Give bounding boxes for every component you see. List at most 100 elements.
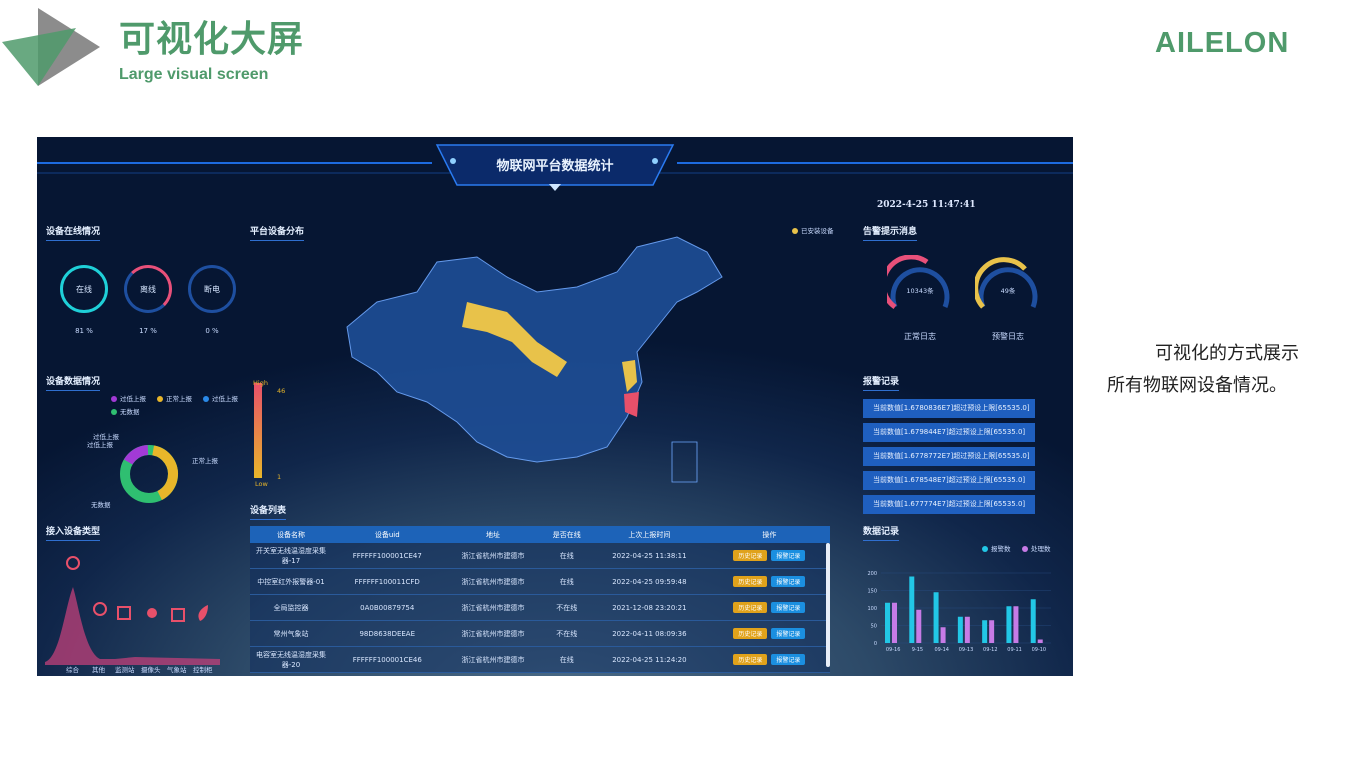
alarm-bar bbox=[1030, 599, 1036, 643]
cell-name: 电容室无线温湿度采集器-20 bbox=[250, 646, 332, 673]
offline-ring: 离线 bbox=[124, 265, 172, 313]
table-row[interactable]: 电容室无线温湿度采集器-20 FFFFFF100001CE46 浙江省杭州市建德… bbox=[250, 646, 830, 673]
cell-time: 2022-04-25 11:38:11 bbox=[590, 543, 709, 569]
cell-name: 全局监控器 bbox=[250, 594, 332, 621]
cell-uid: 98D8638DEEAE bbox=[332, 620, 443, 647]
table-scrollbar[interactable] bbox=[826, 543, 830, 667]
cell-time: 2022-04-11 08:09:36 bbox=[590, 620, 709, 647]
cell-time: 2022-04-25 09:59:48 bbox=[590, 568, 709, 595]
cell-online: 不在线 bbox=[543, 594, 591, 621]
map-color-scale bbox=[254, 383, 262, 478]
alarm-button[interactable]: 报警记录 bbox=[771, 654, 806, 665]
type-label: 监测站 bbox=[115, 666, 135, 674]
type-label: 气象站 bbox=[167, 666, 187, 674]
cell-time: 2022-04-25 11:24:20 bbox=[590, 646, 709, 673]
x-tick-label: 09-10 bbox=[1032, 647, 1047, 653]
type-label: 摄像头 bbox=[141, 666, 161, 674]
online-pct: 81 % bbox=[75, 327, 93, 335]
poweroff-pct: 0 % bbox=[205, 327, 219, 335]
col-addr: 地址 bbox=[442, 526, 544, 543]
dashboard-title: 物联网平台数据统计 bbox=[496, 159, 614, 174]
alarm-bar bbox=[1006, 606, 1012, 643]
x-tick-label: 09-11 bbox=[1007, 647, 1022, 653]
datetime: 2022-4-25 11:47:41 bbox=[877, 200, 976, 210]
table-row[interactable]: 开关室无线温湿度采集器-17 FFFFFF100001CE47 浙江省杭州市建德… bbox=[250, 543, 830, 569]
scale-max-label: 46 bbox=[277, 387, 286, 395]
y-tick-label: 200 bbox=[867, 571, 877, 577]
handled-bar bbox=[916, 609, 922, 643]
online-ring: 在线 bbox=[60, 265, 108, 313]
alarm-bar bbox=[957, 616, 963, 643]
donut-label-low-b: 过低上报 bbox=[87, 441, 113, 449]
y-tick-label: 150 bbox=[867, 589, 877, 595]
col-time: 上次上报时间 bbox=[590, 526, 709, 543]
x-tick-label: 09-13 bbox=[959, 647, 974, 653]
page-title: 可视化大屏 bbox=[119, 19, 305, 60]
col-online: 是否在线 bbox=[543, 526, 591, 543]
device-type-chart bbox=[45, 556, 220, 665]
data-legend-item: 无数据 bbox=[111, 406, 140, 416]
col-uid: 设备uid bbox=[332, 526, 443, 543]
dashboard-screenshot: 物联网平台数据统计 2022-4-25 11:47:41 设备在线情况 在线 离… bbox=[37, 137, 1073, 676]
table-row[interactable]: 中控室红外报警器-01 FFFFFF100011CFD 浙江省杭州市建德市 在线… bbox=[250, 568, 830, 595]
alarm-button[interactable]: 报警记录 bbox=[771, 602, 806, 613]
table-row[interactable]: 全局监控器 0A0B00879754 浙江省杭州市建德市 不在线 2021-12… bbox=[250, 594, 830, 621]
alarm-row[interactable]: 当前数值[1.6778772E7]超过预设上限[65535.0] bbox=[863, 447, 1035, 466]
handled-bar bbox=[964, 616, 970, 643]
online-panel-title: 设备在线情况 bbox=[46, 224, 101, 241]
table-row[interactable]: 常州气象站 98D8638DEEAE 浙江省杭州市建德市 不在线 2022-04… bbox=[250, 620, 830, 647]
scale-high-label: High bbox=[253, 379, 268, 387]
x-tick-label: 9-15 bbox=[912, 647, 923, 653]
history-button[interactable]: 历史记录 bbox=[733, 628, 768, 639]
alarm-bar bbox=[909, 576, 915, 643]
alarm-row[interactable]: 当前数值[1.679844E7]超过预设上限[65535.0] bbox=[863, 423, 1035, 442]
y-tick-label: 100 bbox=[867, 606, 877, 612]
map-legend: 已安装设备 bbox=[792, 225, 834, 235]
alarm-row[interactable]: 当前数值[1.678548E7]超过预设上限[65535.0] bbox=[863, 471, 1035, 490]
scale-low-label: Low bbox=[255, 480, 268, 488]
alarm-panel-title: 报警记录 bbox=[863, 374, 900, 391]
handled-bar bbox=[892, 602, 897, 643]
alert-panel-title: 告警提示消息 bbox=[863, 224, 918, 241]
cell-actions: 历史记录 报警记录 bbox=[708, 646, 830, 673]
data-legend-item: 过低上报 bbox=[111, 393, 146, 403]
offline-pct: 17 % bbox=[139, 327, 157, 335]
warning-log-value: 49条 bbox=[1000, 287, 1016, 295]
cell-addr: 浙江省杭州市建德市 bbox=[442, 646, 544, 673]
type-panel-title: 接入设备类型 bbox=[46, 524, 101, 541]
history-button[interactable]: 历史记录 bbox=[733, 550, 768, 561]
alarm-row[interactable]: 当前数值[1.6780836E7]超过预设上限[65535.0] bbox=[863, 399, 1035, 418]
history-button[interactable]: 历史记录 bbox=[733, 654, 768, 665]
alarm-button[interactable]: 报警记录 bbox=[771, 550, 806, 561]
alarm-button[interactable]: 报警记录 bbox=[771, 628, 806, 639]
cell-addr: 浙江省杭州市建德市 bbox=[442, 568, 544, 595]
cell-addr: 浙江省杭州市建德市 bbox=[442, 620, 544, 647]
poweroff-ring-label: 断电 bbox=[204, 284, 220, 294]
type-label: 控制柜 bbox=[193, 666, 213, 674]
cell-actions: 历史记录 报警记录 bbox=[708, 620, 830, 647]
type-label: 综合 bbox=[66, 666, 79, 674]
history-button[interactable]: 历史记录 bbox=[733, 602, 768, 613]
cell-uid: FFFFFF100001CE46 bbox=[332, 646, 443, 673]
history-button[interactable]: 历史记录 bbox=[733, 576, 768, 587]
cell-online: 在线 bbox=[543, 568, 591, 595]
record-legend-handled: 处理数 bbox=[1022, 543, 1051, 553]
poweroff-ring: 断电 bbox=[188, 265, 236, 313]
cell-uid: FFFFFF100001CE47 bbox=[332, 543, 443, 569]
cell-addr: 浙江省杭州市建德市 bbox=[442, 594, 544, 621]
cell-online: 在线 bbox=[543, 543, 591, 569]
warning-log-label: 预警日志 bbox=[992, 332, 1024, 341]
cell-online: 不在线 bbox=[543, 620, 591, 647]
logo-triangles-icon bbox=[2, 8, 100, 86]
device-table-title: 设备列表 bbox=[250, 503, 287, 520]
x-tick-label: 09-14 bbox=[934, 647, 949, 653]
cell-actions: 历史记录 报警记录 bbox=[708, 568, 830, 595]
alarm-row[interactable]: 当前数值[1.677774E7]超过预设上限[65535.0] bbox=[863, 495, 1035, 514]
y-tick-label: 0 bbox=[874, 641, 877, 647]
cell-online: 在线 bbox=[543, 646, 591, 673]
alarm-button[interactable]: 报警记录 bbox=[771, 576, 806, 587]
y-tick-label: 50 bbox=[871, 624, 877, 630]
type-label: 其他 bbox=[92, 666, 105, 674]
device-table: 设备名称 设备uid 地址 是否在线 上次上报时间 操作 开关室无线温湿度采集器… bbox=[250, 526, 830, 673]
handled-bar bbox=[940, 627, 946, 643]
